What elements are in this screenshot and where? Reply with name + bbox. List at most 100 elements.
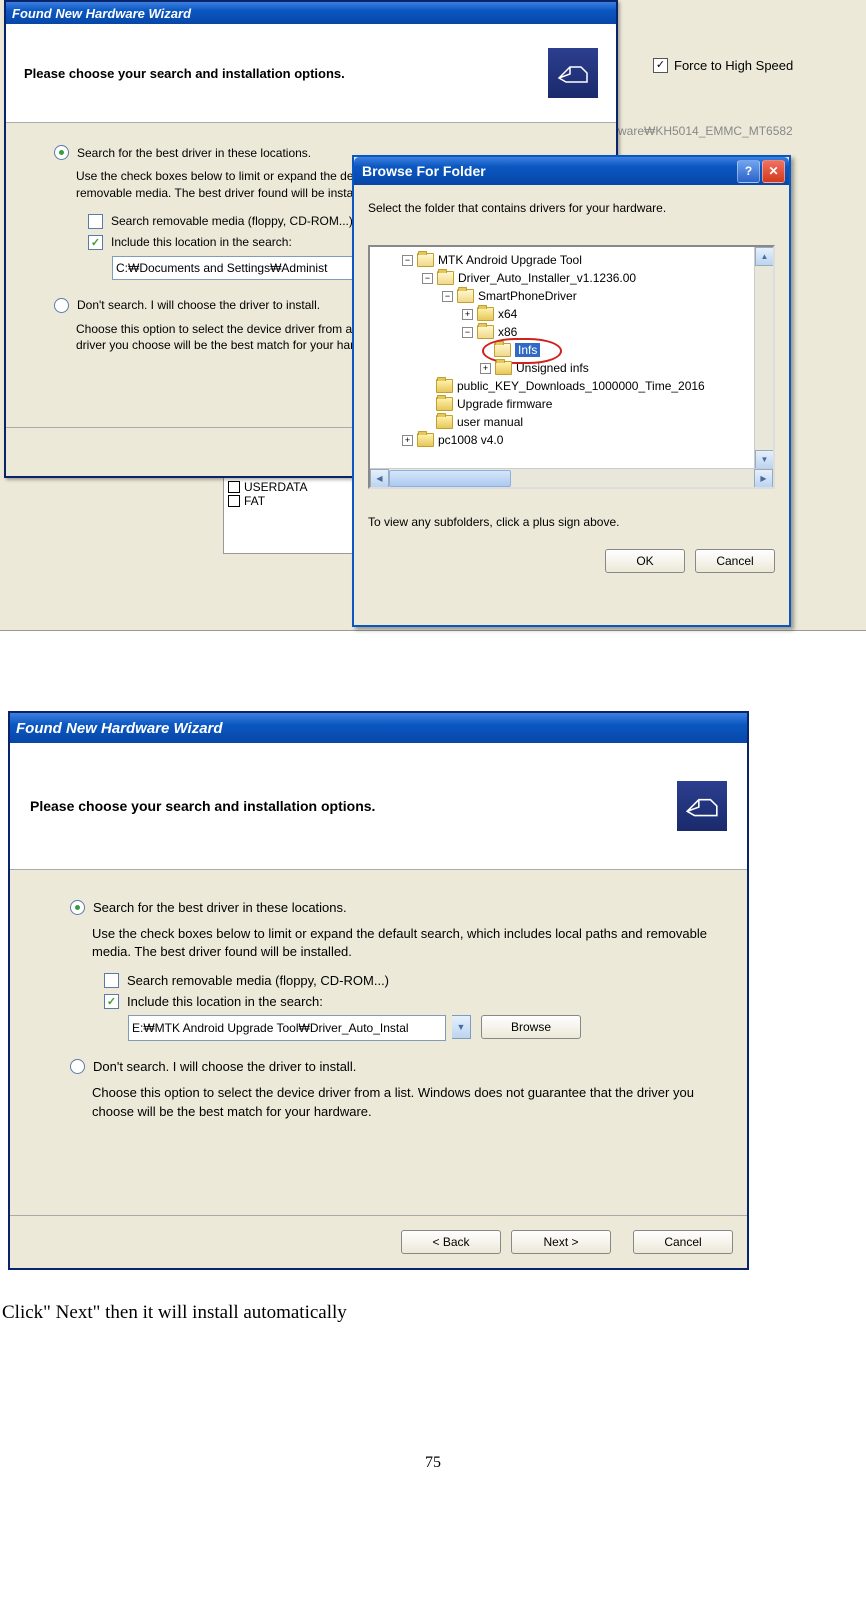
checkbox-icon bbox=[88, 214, 103, 229]
tree-node[interactable]: public_KEY_Downloads_1000000_Time_2016 bbox=[457, 379, 705, 393]
radio-label: Search for the best driver in these loca… bbox=[77, 146, 311, 160]
folder-tree[interactable]: −MTK Android Upgrade Tool −Driver_Auto_I… bbox=[368, 245, 775, 489]
checkbox-icon bbox=[104, 973, 119, 988]
wizard-header: Please choose your search and installati… bbox=[6, 24, 616, 123]
scroll-left-icon[interactable]: ◀ bbox=[370, 469, 389, 488]
hardware-wizard-window-2: Found New Hardware Wizard Please choose … bbox=[8, 711, 749, 1270]
background-path-text: ware₩KH5014_EMMC_MT6582 bbox=[618, 124, 793, 138]
browse-titlebar[interactable]: Browse For Folder ? ✕ bbox=[354, 157, 789, 185]
upper-composite-area: ✓ Force to High Speed ware₩KH5014_EMMC_M… bbox=[0, 0, 866, 631]
radio-icon bbox=[54, 145, 69, 160]
checkbox-icon: ✓ bbox=[88, 235, 103, 250]
scroll-up-icon[interactable]: ▲ bbox=[755, 247, 774, 266]
list-item: FAT bbox=[228, 494, 358, 508]
window-title: Found New Hardware Wizard bbox=[12, 6, 191, 21]
tree-node[interactable]: Unsigned infs bbox=[516, 361, 589, 375]
force-high-speed-label: Force to High Speed bbox=[674, 58, 793, 73]
window-title: Found New Hardware Wizard bbox=[16, 720, 223, 737]
wizard-header-icon bbox=[548, 48, 598, 98]
scroll-right-icon[interactable]: ▶ bbox=[754, 469, 773, 488]
vertical-scrollbar[interactable]: ▲ ▼ bbox=[754, 247, 773, 469]
radio-icon bbox=[70, 1059, 85, 1074]
tree-node[interactable]: user manual bbox=[457, 415, 523, 429]
tree-node[interactable]: x64 bbox=[498, 307, 517, 321]
browse-hint: To view any subfolders, click a plus sig… bbox=[368, 515, 775, 529]
search-locations-desc: Use the check boxes below to limit or ex… bbox=[92, 925, 719, 961]
checkbox-label: Include this location in the search: bbox=[127, 994, 323, 1009]
page-number: 75 bbox=[0, 1454, 866, 1492]
next-button[interactable]: Next > bbox=[511, 1230, 611, 1254]
window-titlebar[interactable]: Found New Hardware Wizard bbox=[10, 713, 747, 743]
checkbox-removable-media[interactable]: Search removable media (floppy, CD-ROM..… bbox=[104, 973, 719, 988]
tree-node[interactable]: SmartPhoneDriver bbox=[478, 289, 577, 303]
browse-instruction: Select the folder that contains drivers … bbox=[368, 201, 775, 215]
radio-label: Don't search. I will choose the driver t… bbox=[93, 1059, 356, 1074]
horizontal-scrollbar[interactable]: ◀ ▶ bbox=[370, 468, 773, 487]
tree-node[interactable]: Upgrade firmware bbox=[457, 397, 552, 411]
document-caption: Click" Next" then it will install automa… bbox=[2, 1302, 866, 1324]
checkbox-icon: ✓ bbox=[104, 994, 119, 1009]
folder-icon bbox=[494, 343, 511, 357]
browse-title: Browse For Folder bbox=[362, 163, 486, 179]
radio-dont-search[interactable]: Don't search. I will choose the driver t… bbox=[70, 1059, 719, 1074]
wizard-header: Please choose your search and installati… bbox=[10, 743, 747, 870]
cancel-button[interactable]: Cancel bbox=[633, 1230, 733, 1254]
radio-label: Search for the best driver in these loca… bbox=[93, 900, 347, 915]
force-high-speed-checkbox[interactable]: ✓ Force to High Speed bbox=[653, 58, 793, 73]
help-icon[interactable]: ? bbox=[737, 160, 760, 183]
radio-search-locations[interactable]: Search for the best driver in these loca… bbox=[70, 900, 719, 915]
folder-icon bbox=[436, 415, 453, 429]
background-partition-list: USERDATA FAT bbox=[223, 476, 363, 554]
tree-node[interactable]: Driver_Auto_Installer_v1.1236.00 bbox=[458, 271, 636, 285]
radio-label: Don't search. I will choose the driver t… bbox=[77, 298, 320, 312]
tree-node[interactable]: MTK Android Upgrade Tool bbox=[438, 253, 582, 267]
tree-node[interactable]: x86 bbox=[498, 325, 517, 339]
wizard-header-icon bbox=[677, 781, 727, 831]
collapse-icon[interactable]: − bbox=[442, 291, 453, 302]
scroll-down-icon[interactable]: ▼ bbox=[755, 450, 774, 469]
checkbox-label: Search removable media (floppy, CD-ROM..… bbox=[111, 214, 353, 228]
window-titlebar[interactable]: Found New Hardware Wizard bbox=[6, 2, 616, 24]
collapse-icon[interactable]: − bbox=[422, 273, 433, 284]
cancel-button[interactable]: Cancel bbox=[695, 549, 775, 573]
radio-icon bbox=[70, 900, 85, 915]
browse-button[interactable]: Browse bbox=[481, 1015, 581, 1039]
collapse-icon[interactable]: − bbox=[462, 327, 473, 338]
folder-icon bbox=[436, 397, 453, 411]
list-item-label: USERDATA bbox=[244, 480, 308, 494]
folder-icon bbox=[457, 289, 474, 303]
wizard-header-text: Please choose your search and installati… bbox=[24, 66, 345, 81]
list-item-label: FAT bbox=[244, 494, 265, 508]
scroll-thumb[interactable] bbox=[389, 470, 511, 487]
close-icon[interactable]: ✕ bbox=[762, 160, 785, 183]
expand-icon[interactable]: + bbox=[480, 363, 491, 374]
dropdown-icon[interactable]: ▼ bbox=[452, 1015, 471, 1039]
radio-icon bbox=[54, 298, 69, 313]
wizard-footer: < Back Next > Cancel bbox=[10, 1215, 747, 1268]
tree-node[interactable]: pc1008 v4.0 bbox=[438, 433, 503, 447]
folder-icon bbox=[477, 307, 494, 321]
wizard-body: Search for the best driver in these loca… bbox=[10, 870, 747, 1143]
browse-folder-dialog: Browse For Folder ? ✕ Select the folder … bbox=[352, 155, 791, 627]
checkbox-label: Search removable media (floppy, CD-ROM..… bbox=[127, 973, 389, 988]
checkbox-icon bbox=[228, 481, 240, 493]
ok-button[interactable]: OK bbox=[605, 549, 685, 573]
back-button[interactable]: < Back bbox=[401, 1230, 501, 1254]
folder-icon bbox=[477, 325, 494, 339]
dont-search-desc: Choose this option to select the device … bbox=[92, 1084, 719, 1120]
location-path-input[interactable] bbox=[128, 1015, 446, 1041]
checkbox-include-location[interactable]: ✓ Include this location in the search: bbox=[104, 994, 719, 1009]
tree-node-selected[interactable]: Infs bbox=[515, 343, 540, 357]
folder-icon bbox=[495, 361, 512, 375]
expand-icon[interactable]: + bbox=[462, 309, 473, 320]
folder-icon bbox=[417, 433, 434, 447]
folder-icon bbox=[437, 271, 454, 285]
wizard-header-text: Please choose your search and installati… bbox=[30, 798, 375, 814]
expand-icon[interactable]: + bbox=[402, 435, 413, 446]
folder-icon bbox=[417, 253, 434, 267]
checkbox-icon bbox=[228, 495, 240, 507]
list-item: USERDATA bbox=[228, 480, 358, 494]
folder-icon bbox=[436, 379, 453, 393]
checkbox-label: Include this location in the search: bbox=[111, 235, 292, 249]
collapse-icon[interactable]: − bbox=[402, 255, 413, 266]
